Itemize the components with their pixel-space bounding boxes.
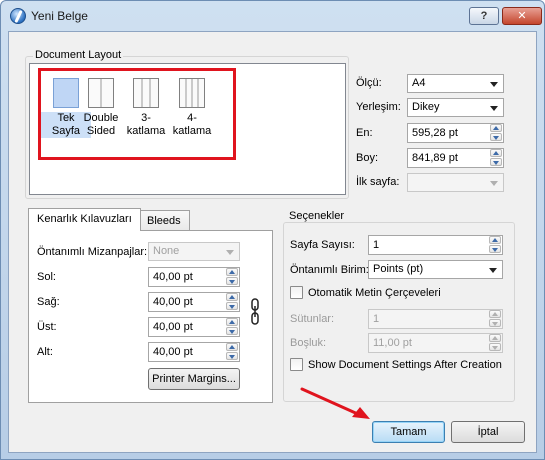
first-page-label: İlk sayfa: [356,176,400,188]
default-unit-value: Points (pt) [373,263,424,275]
options-title: Seçenekler [287,210,347,222]
cancel-button[interactable]: İptal [451,421,525,443]
gap-value: 11,00 pt [373,337,412,349]
right-margin-value: 40,00 pt [153,296,193,308]
left-margin-value: 40,00 pt [153,271,193,283]
spin-up-icon[interactable] [489,310,501,318]
first-page-combo[interactable] [407,173,504,192]
columns-label: Sütunlar: [290,313,335,325]
close-button[interactable]: ✕ [502,7,542,25]
size-value: A4 [412,77,426,89]
ok-button[interactable]: Tamam [372,421,445,443]
chain-link-icon[interactable] [250,297,260,327]
spin-up-icon[interactable] [490,124,502,132]
columns-spinbox[interactable]: 1 [368,309,503,329]
red-arrow-icon [300,387,370,419]
tab-margin-guides[interactable]: Kenarlık Kılavuzları [28,208,141,231]
columns-value: 1 [373,313,380,325]
page-count-spinbox[interactable]: 1 [368,235,503,255]
size-combo[interactable]: A4 [407,74,504,93]
spin-up-icon[interactable] [490,149,502,157]
preset-layouts-combo[interactable]: None [148,242,240,261]
width-label: En: [356,127,373,139]
spin-up-icon[interactable] [489,334,501,342]
page-count-label: Sayfa Sayısı: [290,239,355,251]
orientation-combo[interactable]: Dikey [407,98,504,117]
spin-down-icon[interactable] [489,319,501,327]
bottom-margin-value: 40,00 pt [153,346,193,358]
highlight-rectangle [38,68,236,160]
spin-down-icon[interactable] [490,158,502,166]
orientation-label: Yerleşim: [356,101,401,113]
title-bar[interactable]: Yeni Belge ? ✕ [1,1,544,31]
spin-up-icon[interactable] [489,236,501,244]
show-settings-checkbox[interactable] [290,358,303,371]
help-button[interactable]: ? [469,7,499,25]
spin-up-icon[interactable] [226,343,238,351]
spin-up-icon[interactable] [226,293,238,301]
size-label: Ölçü: [356,77,382,89]
height-value: 841,89 pt [412,152,458,164]
spin-down-icon[interactable] [226,352,238,360]
right-margin-spinbox[interactable]: 40,00 pt [148,292,240,312]
spin-down-icon[interactable] [490,133,502,141]
top-margin-label: Üst: [37,321,57,333]
width-spinbox[interactable]: 595,28 pt [407,123,504,143]
dropdown-arrow-icon [490,106,498,111]
spin-down-icon[interactable] [226,277,238,285]
height-label: Boy: [356,152,379,164]
window-title: Yeni Belge [31,9,88,23]
spin-down-icon[interactable] [226,302,238,310]
left-margin-spinbox[interactable]: 40,00 pt [148,267,240,287]
spin-down-icon[interactable] [489,343,501,351]
orientation-value: Dikey [412,101,440,113]
show-settings-label: Show Document Settings After Creation [308,359,502,371]
dropdown-arrow-icon [490,181,498,186]
app-icon [10,8,26,24]
gap-label: Boşluk: [290,337,327,349]
document-layout-title: Document Layout [33,49,124,61]
top-margin-value: 40,00 pt [153,321,193,333]
dropdown-arrow-icon [490,82,498,87]
bottom-margin-spinbox[interactable]: 40,00 pt [148,342,240,362]
left-margin-label: Sol: [37,271,56,283]
tab-bleeds[interactable]: Bleeds [138,210,190,231]
width-value: 595,28 pt [412,127,458,139]
gap-spinbox[interactable]: 11,00 pt [368,333,503,353]
auto-text-frames-checkbox[interactable] [290,286,303,299]
dropdown-arrow-icon [226,250,234,255]
preset-layouts-label: Öntanımlı Mizanpajlar: [37,246,148,258]
spin-up-icon[interactable] [226,318,238,326]
spin-down-icon[interactable] [226,327,238,335]
spin-down-icon[interactable] [489,245,501,253]
bottom-margin-label: Alt: [37,346,53,358]
height-spinbox[interactable]: 841,89 pt [407,148,504,168]
spin-up-icon[interactable] [226,268,238,276]
dropdown-arrow-icon [489,268,497,273]
top-margin-spinbox[interactable]: 40,00 pt [148,317,240,337]
right-margin-label: Sağ: [37,296,60,308]
auto-text-frames-label: Otomatik Metin Çerçeveleri [308,287,441,299]
preset-layouts-value: None [153,245,180,257]
printer-margins-button[interactable]: Printer Margins... [148,368,240,390]
default-unit-label: Öntanımlı Birim: [290,264,369,276]
default-unit-combo[interactable]: Points (pt) [368,260,503,279]
page-count-value: 1 [373,239,380,251]
